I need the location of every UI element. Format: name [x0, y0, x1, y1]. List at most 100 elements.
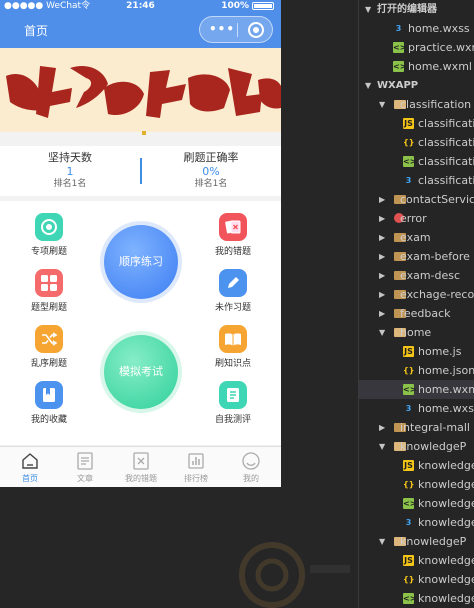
tree-folder[interactable]: ▶ integral-mall [359, 418, 474, 437]
menu-item-knowledge[interactable]: 刷知识点 [198, 325, 268, 369]
function-menu: 专项刷题 题型刷题 乱序刷题 我的收藏 顺序练习 模拟考试 我的错题 未作习题 … [0, 201, 281, 445]
chevron-down-icon[interactable]: ▼ [379, 532, 385, 551]
menu-label: 我的收藏 [30, 415, 67, 425]
menu-item-shuffle[interactable]: 乱序刷题 [14, 325, 84, 369]
file-name: home.wxml [408, 60, 472, 73]
menu-item-self-test[interactable]: 自我测评 [198, 381, 268, 425]
tab-label: 我的错题 [125, 474, 157, 483]
tab-article[interactable]: 文章 [63, 451, 107, 484]
js-file-icon: JS [403, 346, 414, 357]
close-miniprogram-icon[interactable] [248, 22, 264, 38]
tree-folder[interactable]: ▼ classification [359, 95, 474, 114]
tree-file[interactable]: <>home.wxml [359, 380, 474, 399]
tree-folder[interactable]: ▶ feedback [359, 304, 474, 323]
menu-item-my-errors[interactable]: 我的错题 [198, 213, 268, 257]
file-name: practice.wxml [408, 41, 474, 54]
wxss-file-icon: 3 [405, 518, 412, 527]
status-bar: ●●●●● WeChat令 21:46 100% [0, 0, 281, 12]
tree-folder[interactable]: ▼ knowledgeP [359, 437, 474, 456]
book-icon [219, 325, 247, 353]
sequential-practice-button[interactable]: 顺序练习 [104, 225, 178, 299]
tree-file[interactable]: JS classificatio [359, 114, 474, 133]
tree-file[interactable]: {}classificatio [359, 133, 474, 152]
article-icon [75, 451, 95, 471]
tree-item-label: classificatio [418, 155, 474, 168]
tree-folder[interactable]: ▶ exchage-reco [359, 285, 474, 304]
chevron-right-icon[interactable]: ▶ [379, 418, 385, 437]
js-file-icon: JS [403, 555, 414, 566]
chevron-right-icon[interactable]: ▶ [379, 304, 385, 323]
tree-folder[interactable]: ▶ exam-desc [359, 266, 474, 285]
chevron-right-icon[interactable]: ▶ [379, 209, 385, 228]
tree-folder[interactable]: ▶ error [359, 209, 474, 228]
chevron-right-icon[interactable]: ▶ [379, 228, 385, 247]
target-icon [35, 213, 63, 241]
chevron-right-icon[interactable]: ▶ [379, 285, 385, 304]
tree-file[interactable]: <>classificatio [359, 152, 474, 171]
tree-file[interactable]: {}knowledgeP [359, 570, 474, 589]
error-cards-icon [219, 213, 247, 241]
tree-item-label: home [400, 326, 432, 339]
battery-icon [252, 2, 274, 10]
tree-folder[interactable]: ▼ home [359, 323, 474, 342]
tab-wrong[interactable]: 我的错题 [119, 451, 163, 484]
tab-home[interactable]: 首页 [8, 451, 52, 484]
chevron-down-icon[interactable]: ▼ [379, 95, 385, 114]
tree-file[interactable]: 3 home.wxss [359, 399, 474, 418]
tree-item-label: home.js [418, 345, 462, 358]
days-value: 1 [66, 165, 74, 178]
menu-label: 刷知识点 [214, 359, 251, 369]
banner-image[interactable] [0, 48, 281, 132]
menu-label: 未作习题 [214, 303, 251, 313]
tab-label: 首页 [22, 474, 38, 483]
tree-file[interactable]: JS knowledgeP [359, 551, 474, 570]
accuracy-rank: 排名1名 [194, 179, 228, 189]
ranking-icon [186, 451, 206, 471]
menu-item-special[interactable]: 专项刷题 [14, 213, 84, 257]
tree-folder[interactable]: ▶ exam [359, 228, 474, 247]
tree-folder[interactable]: ▶ contactServic [359, 190, 474, 209]
tree-file[interactable]: <>knowledgeP [359, 494, 474, 513]
tree-file[interactable]: <>knowledgeP [359, 589, 474, 608]
more-icon[interactable]: ••• [209, 22, 235, 36]
days-label: 坚持天数 [48, 151, 92, 164]
tab-profile[interactable]: 我的 [229, 451, 273, 484]
days-stat: 坚持天数 1 排名1名 [0, 151, 140, 190]
chevron-right-icon[interactable]: ▶ [379, 247, 385, 266]
menu-label: 自我测评 [214, 415, 251, 425]
tree-item-label: exam [400, 231, 431, 244]
open-editor-item[interactable]: 3 home.wxss pa [359, 19, 474, 38]
tree-file[interactable]: JS home.js [359, 342, 474, 361]
tree-file[interactable]: 3 classificatio [359, 171, 474, 190]
chevron-right-icon[interactable]: ▶ [379, 266, 385, 285]
chevron-down-icon[interactable]: ▼ [379, 323, 385, 342]
chevron-down-icon[interactable]: ▼ [379, 437, 385, 456]
wxml-file-icon: <> [403, 384, 417, 395]
tree-file[interactable]: 3 knowledgeP [359, 513, 474, 532]
battery-percent: 100% [221, 1, 249, 11]
tree-folder[interactable]: ▶ exam-before [359, 247, 474, 266]
mock-exam-button[interactable]: 模拟考试 [104, 335, 178, 409]
tab-ranking[interactable]: 排行榜 [174, 451, 218, 484]
menu-item-type[interactable]: 题型刷题 [14, 269, 84, 313]
tree-file[interactable]: {}knowledgeP [359, 475, 474, 494]
project-header[interactable]: ▼ WXAPP [359, 76, 474, 95]
menu-item-favorites[interactable]: 我的收藏 [14, 381, 84, 425]
tree-item-label: classificatio [418, 117, 474, 130]
open-editor-item[interactable]: <> home.wxml p [359, 57, 474, 76]
open-editors-header[interactable]: ▼ 打开的编辑器 [359, 0, 474, 19]
tab-label: 文章 [77, 474, 93, 483]
tree-folder[interactable]: ▼ knowledgeP [359, 532, 474, 551]
tree-item-label: classification [400, 98, 472, 111]
tree-item-label: home.json [418, 364, 474, 377]
open-editor-item[interactable]: <> practice.wxml [359, 38, 474, 57]
chevron-right-icon[interactable]: ▶ [379, 190, 385, 209]
wxss-file-icon: 3 [405, 404, 412, 413]
shuffle-icon [35, 325, 63, 353]
file-explorer: ▼ 打开的编辑器 3 home.wxss pa <> practice.wxml… [358, 0, 474, 608]
tree-file[interactable]: JS knowledgeP [359, 456, 474, 475]
tree-item-label: knowledgeP [400, 440, 467, 453]
tree-file[interactable]: {} home.json [359, 361, 474, 380]
tab-bar: 首页 文章 我的错题 排行榜 我的 [0, 446, 281, 487]
menu-item-undone[interactable]: 未作习题 [198, 269, 268, 313]
